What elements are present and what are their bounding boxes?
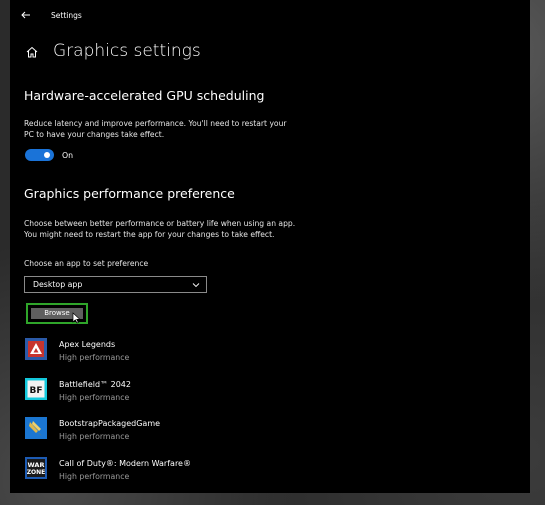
app-preference: High performance	[59, 471, 130, 481]
warzone-icon-text-top: WAR	[28, 461, 45, 469]
app-preference: High performance	[59, 353, 130, 362]
mouse-cursor-icon	[72, 312, 81, 324]
app-row-apex-legends[interactable]: Apex Legends High performance	[24, 338, 324, 378]
perf-desc-line-1: Choose between better performance or bat…	[24, 219, 296, 228]
gpu-desc-line-1: Reduce latency and improve performance. …	[24, 119, 287, 128]
performance-preference-description: Choose between better performance or bat…	[24, 218, 344, 240]
perf-desc-line-2: You might need to restart the app for yo…	[24, 230, 275, 239]
app-row-bootstrap-game[interactable]: BootstrapPackagedGame High performance	[24, 417, 324, 457]
window-title: Settings	[51, 11, 82, 20]
back-arrow-icon[interactable]	[20, 9, 32, 21]
app-row-battlefield[interactable]: BF Battlefield™ 2042 High performance	[24, 377, 324, 418]
bootstrap-game-icon	[25, 417, 47, 439]
app-row-call-of-duty[interactable]: WAR ZONE Call of Duty®: Modern Warfare® …	[24, 456, 324, 494]
app-type-dropdown[interactable]: Desktop app	[24, 276, 207, 293]
toggle-state-label: On	[62, 151, 74, 160]
warzone-icon: WAR ZONE	[25, 456, 47, 479]
toggle-knob	[44, 152, 50, 158]
performance-preference-heading: Graphics performance preference	[24, 186, 235, 201]
choose-app-label: Choose an app to set preference	[24, 259, 149, 268]
apex-legends-icon	[25, 338, 47, 360]
app-list: Apex Legends High performance BF Battlef…	[24, 338, 324, 493]
battlefield-icon-text: BF	[29, 386, 42, 396]
dropdown-value: Desktop app	[33, 280, 83, 289]
settings-window: Settings Graphics settings Hardware-acce…	[10, 0, 530, 493]
warzone-icon-text-bottom: ZONE	[27, 469, 46, 476]
gpu-desc-line-2: PC to have your changes take effect.	[24, 130, 165, 139]
page-title: Graphics settings	[53, 41, 201, 61]
app-name: Apex Legends	[59, 340, 116, 349]
gpu-scheduling-heading: Hardware-accelerated GPU scheduling	[24, 88, 265, 103]
app-preference: High performance	[59, 392, 130, 402]
battlefield-icon: BF	[25, 377, 47, 400]
gpu-scheduling-toggle[interactable]	[25, 149, 54, 161]
app-name: Battlefield™ 2042	[59, 379, 131, 389]
title-bar: Settings	[10, 0, 530, 32]
home-icon	[26, 46, 38, 58]
app-name: Call of Duty®: Modern Warfare®	[59, 458, 191, 468]
app-preference: High performance	[59, 432, 130, 441]
app-name: BootstrapPackagedGame	[59, 419, 161, 428]
gpu-scheduling-description: Reduce latency and improve performance. …	[24, 118, 344, 140]
chevron-down-icon	[192, 283, 200, 288]
